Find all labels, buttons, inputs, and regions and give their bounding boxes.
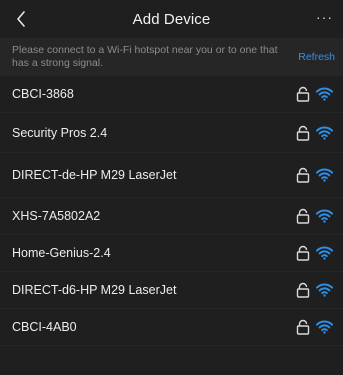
- network-name: DIRECT-de-HP M29 LaserJet: [12, 168, 177, 182]
- wifi-icon: [316, 246, 333, 260]
- network-name: Security Pros 2.4: [12, 125, 108, 140]
- list-item[interactable]: Security Pros 2.4: [0, 113, 343, 153]
- network-icons: [296, 208, 333, 224]
- network-name: XHS-7A5802A2: [12, 209, 101, 223]
- list-item[interactable]: DIRECT-de-HP M29 LaserJet: [0, 153, 343, 198]
- network-icons: [296, 86, 333, 102]
- network-name: Home-Genius-2.4: [12, 246, 111, 260]
- network-name: DIRECT-d6-HP M29 LaserJet: [12, 283, 177, 297]
- lock-icon: [296, 125, 310, 141]
- network-icons: [296, 167, 333, 183]
- lock-icon: [296, 86, 310, 102]
- list-item[interactable]: XHS-7A5802A2: [0, 198, 343, 235]
- more-options-button[interactable]: ···: [316, 10, 333, 24]
- refresh-button[interactable]: Refresh: [298, 51, 335, 63]
- top-bar: Add Device ···: [0, 0, 343, 38]
- page-title: Add Device: [132, 11, 211, 28]
- network-name: CBCI-3868: [12, 87, 74, 101]
- connection-notice: Please connect to a Wi-Fi hotspot near y…: [0, 38, 343, 76]
- lock-icon: [296, 208, 310, 224]
- list-item[interactable]: CBCI-4AB0: [0, 309, 343, 346]
- network-icons: [296, 125, 333, 141]
- wifi-icon: [316, 209, 333, 223]
- lock-icon: [296, 319, 310, 335]
- list-item[interactable]: Home-Genius-2.4: [0, 235, 343, 272]
- list-item[interactable]: CBCI-3868: [0, 76, 343, 113]
- network-icons: [296, 245, 333, 261]
- chevron-left-icon: [17, 11, 25, 27]
- lock-icon: [296, 245, 310, 261]
- lock-icon: [296, 167, 310, 183]
- wifi-icon: [316, 87, 333, 101]
- wifi-icon: [316, 320, 333, 334]
- network-list: CBCI-3868 Security Pros 2.4 DIRECT-de-HP…: [0, 76, 343, 346]
- back-button[interactable]: [16, 9, 36, 29]
- wifi-icon: [316, 126, 333, 140]
- notice-text: Please connect to a Wi-Fi hotspot near y…: [12, 44, 278, 69]
- network-icons: [296, 282, 333, 298]
- lock-icon: [296, 282, 310, 298]
- network-name: CBCI-4AB0: [12, 320, 77, 334]
- network-icons: [296, 319, 333, 335]
- wifi-icon: [316, 283, 333, 297]
- wifi-icon: [316, 168, 333, 182]
- list-item[interactable]: DIRECT-d6-HP M29 LaserJet: [0, 272, 343, 309]
